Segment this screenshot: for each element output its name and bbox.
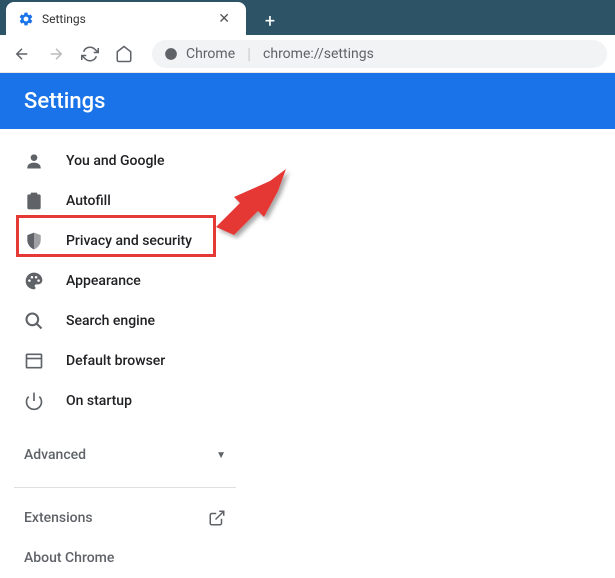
about-label: About Chrome bbox=[24, 550, 114, 566]
tab-title: Settings bbox=[42, 12, 206, 26]
chevron-down-icon: ▼ bbox=[216, 450, 226, 461]
address-bar[interactable]: Chrome | chrome://settings bbox=[152, 40, 607, 68]
sidebar-item-label: Search engine bbox=[66, 313, 155, 329]
back-button[interactable] bbox=[8, 40, 36, 68]
sidebar-item-label: Default browser bbox=[66, 353, 165, 369]
settings-header: Settings bbox=[0, 73, 615, 129]
page-title: Settings bbox=[24, 89, 105, 114]
close-icon[interactable]: ✕ bbox=[214, 11, 234, 27]
browser-tab[interactable]: Settings ✕ bbox=[6, 2, 246, 35]
shield-icon bbox=[24, 231, 44, 251]
sidebar-item-about[interactable]: About Chrome bbox=[0, 538, 250, 578]
sidebar-item-label: Privacy and security bbox=[66, 233, 192, 249]
omnibox-host: Chrome bbox=[186, 46, 235, 62]
sidebar-item-you-and-google[interactable]: You and Google bbox=[0, 141, 250, 181]
sidebar-item-search-engine[interactable]: Search engine bbox=[0, 301, 250, 341]
sidebar-item-on-startup[interactable]: On startup bbox=[0, 381, 250, 421]
advanced-label: Advanced bbox=[24, 447, 86, 463]
palette-icon bbox=[24, 271, 44, 291]
sidebar-item-label: Appearance bbox=[66, 273, 141, 289]
site-info-icon[interactable] bbox=[164, 47, 178, 61]
clipboard-icon bbox=[24, 191, 44, 211]
sidebar-item-label: You and Google bbox=[66, 153, 164, 169]
external-link-icon bbox=[208, 509, 226, 527]
sidebar-item-label: Autofill bbox=[66, 193, 111, 209]
browser-icon bbox=[24, 351, 44, 371]
sidebar-item-appearance[interactable]: Appearance bbox=[0, 261, 250, 301]
sidebar-item-default-browser[interactable]: Default browser bbox=[0, 341, 250, 381]
browser-toolbar: Chrome | chrome://settings bbox=[0, 35, 615, 73]
tab-strip: Settings ✕ + bbox=[0, 0, 615, 35]
reload-button[interactable] bbox=[76, 40, 104, 68]
divider bbox=[14, 487, 236, 488]
search-icon bbox=[24, 311, 44, 331]
sidebar-item-advanced[interactable]: Advanced ▼ bbox=[0, 433, 250, 477]
omnibox-url: chrome://settings bbox=[263, 46, 374, 62]
extensions-label: Extensions bbox=[24, 510, 93, 526]
forward-button[interactable] bbox=[42, 40, 70, 68]
settings-sidebar: You and Google Autofill Privacy and secu… bbox=[0, 129, 250, 578]
sidebar-item-label: On startup bbox=[66, 393, 132, 409]
new-tab-button[interactable]: + bbox=[256, 7, 284, 35]
omnibox-divider: | bbox=[247, 44, 251, 63]
power-icon bbox=[24, 391, 44, 411]
sidebar-item-extensions[interactable]: Extensions bbox=[0, 498, 250, 538]
person-icon bbox=[24, 151, 44, 171]
sidebar-item-privacy-security[interactable]: Privacy and security bbox=[0, 221, 250, 261]
sidebar-item-autofill[interactable]: Autofill bbox=[0, 181, 250, 221]
gear-icon bbox=[18, 11, 34, 27]
home-button[interactable] bbox=[110, 40, 138, 68]
